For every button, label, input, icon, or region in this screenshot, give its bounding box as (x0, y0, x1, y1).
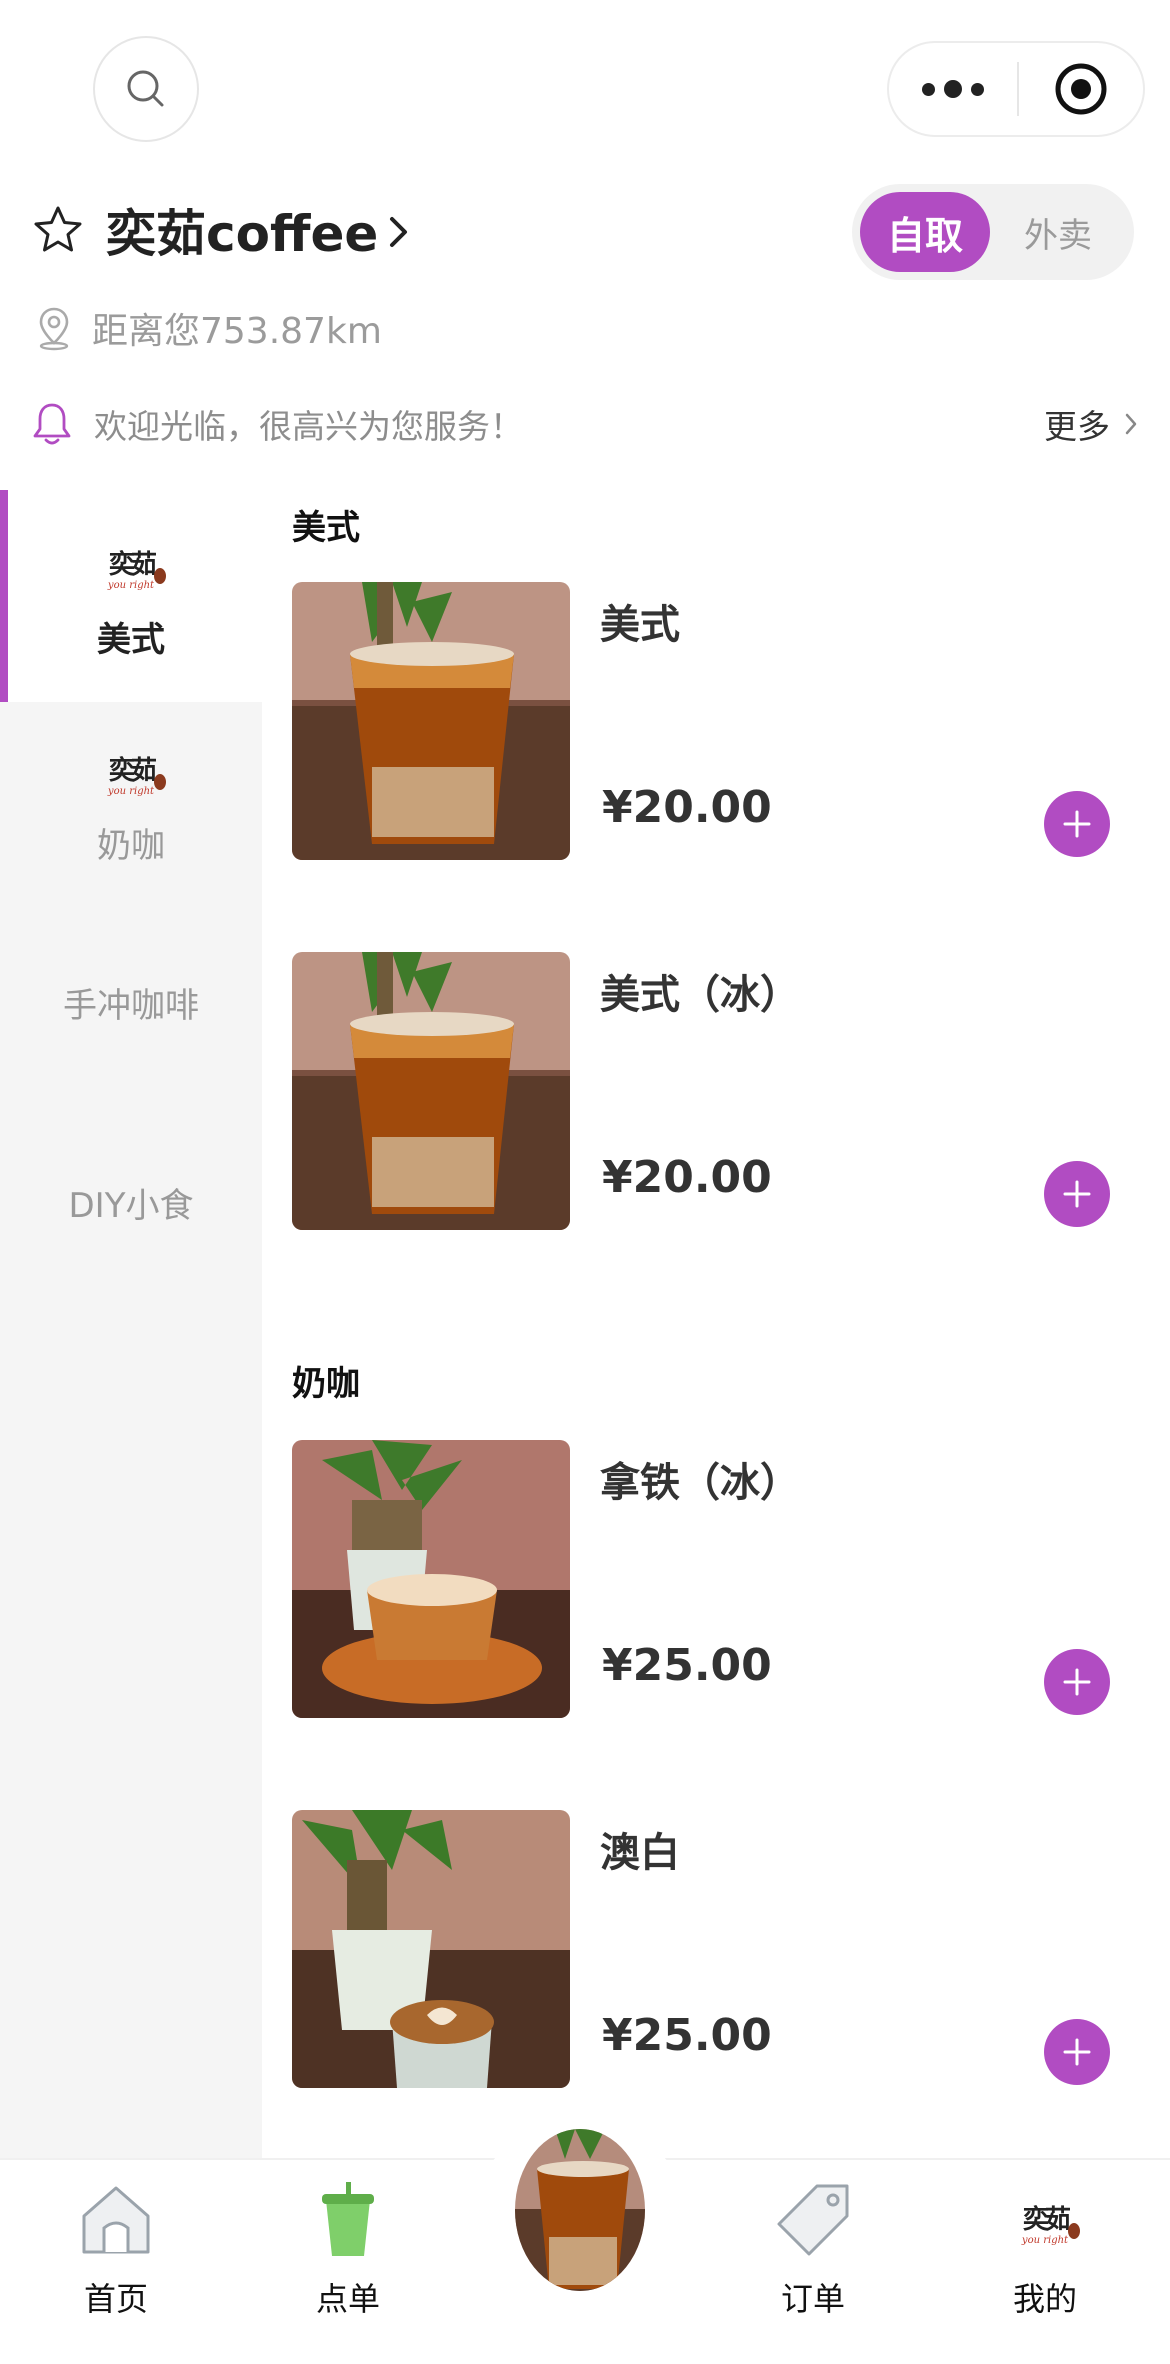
home-icon (76, 2180, 156, 2260)
product-name: 美式 (600, 602, 680, 648)
product-image (292, 1810, 570, 2088)
product-price: ¥25.00 (602, 2010, 772, 2061)
tag-icon (773, 2180, 853, 2260)
plus-icon (1063, 810, 1091, 838)
tab-home[interactable]: 首页 (26, 2160, 206, 2364)
brand-logo-icon: 奕茹 you right (94, 738, 168, 804)
plus-icon (1063, 1180, 1091, 1208)
product-card[interactable]: 拿铁（冰） ¥25.00 (292, 1440, 1148, 1718)
tab-label: 订单 (780, 2280, 845, 2318)
logo-tagline: you right (107, 785, 155, 797)
tab-profile[interactable]: 奕茹 you right 我的 (955, 2160, 1135, 2364)
category-item-diy-snacks[interactable]: DIY小食 (0, 1102, 262, 1302)
category-sidebar: 奕茹 you right 美式 奕茹 you right 奶咖 手冲咖啡 DIY… (0, 490, 262, 2158)
brand-logo-icon: 奕茹 you right (94, 532, 168, 598)
product-price: ¥25.00 (602, 1640, 772, 1691)
product-card[interactable]: 美式（冰） ¥20.00 (292, 952, 1148, 1230)
close-mini-program-button[interactable] (1019, 43, 1143, 135)
product-name: 澳白 (600, 1830, 680, 1876)
notice-more-label: 更多 (1044, 407, 1110, 446)
add-to-cart-button[interactable] (1044, 2019, 1110, 2085)
tab-label: 点单 (315, 2280, 380, 2318)
mini-program-capsule (887, 41, 1145, 137)
add-to-cart-button[interactable] (1044, 1161, 1110, 1227)
logo-tagline: you right (107, 579, 155, 591)
location-pin-icon (39, 307, 69, 351)
more-menu-button[interactable] (889, 43, 1017, 135)
store-menu-page: 奕茹coffee 自取 外卖 距离您753.87km 欢迎光临，很高兴为您服务！… (0, 0, 1170, 2364)
brand-logo-icon: 奕茹 you right (1005, 2180, 1085, 2260)
tab-order[interactable]: 点单 (258, 2160, 438, 2364)
product-card[interactable]: 美式 ¥20.00 (292, 582, 1148, 860)
category-label: 奶咖 (97, 825, 165, 866)
logo-char: 奕茹 (108, 755, 157, 786)
category-item-americano[interactable]: 奕茹 you right 美式 (0, 490, 262, 702)
featured-coffee-image[interactable] (512, 2126, 648, 2294)
plus-icon (1063, 2038, 1091, 2066)
product-name: 美式（冰） (600, 972, 800, 1018)
product-name: 拿铁（冰） (600, 1460, 800, 1506)
product-card[interactable]: 澳白 ¥25.00 (292, 1810, 1148, 2088)
store-header[interactable]: 奕茹coffee (32, 200, 410, 263)
product-price: ¥20.00 (602, 782, 772, 833)
bell-icon (33, 403, 71, 445)
tab-orders[interactable]: 订单 (723, 2160, 903, 2364)
logo-tagline: you right (1021, 2235, 1069, 2246)
add-to-cart-button[interactable] (1044, 791, 1110, 857)
category-item-pour-over[interactable]: 手冲咖啡 (0, 902, 262, 1102)
chevron-right-icon (1125, 413, 1137, 435)
notice-text: 欢迎光临，很高兴为您服务！ (94, 407, 523, 446)
target-icon (1055, 63, 1107, 115)
product-image (292, 1440, 570, 1718)
plus-icon (1063, 1668, 1091, 1696)
add-to-cart-button[interactable] (1044, 1649, 1110, 1715)
star-icon[interactable] (32, 204, 84, 256)
drink-cup-icon (308, 2180, 388, 2260)
chevron-right-icon (390, 217, 408, 247)
tab-label: 我的 (1012, 2280, 1077, 2318)
store-name[interactable]: 奕茹coffee (106, 194, 378, 266)
pickup-option[interactable]: 自取 (860, 192, 990, 272)
category-label: 手冲咖啡 (63, 985, 199, 1026)
category-label: DIY小食 (68, 1185, 194, 1226)
tab-label: 首页 (83, 2280, 148, 2318)
delivery-option[interactable]: 外卖 (990, 192, 1126, 272)
notice-bar: 欢迎光临，很高兴为您服务！ 更多 (32, 396, 1138, 452)
distance-text: 距离您753.87km (92, 311, 382, 352)
logo-char: 奕茹 (108, 549, 157, 580)
order-mode-toggle: 自取 外卖 (852, 184, 1134, 280)
section-title: 美式 (292, 508, 360, 548)
search-icon (127, 70, 164, 107)
search-button[interactable] (93, 36, 199, 142)
product-image (292, 952, 570, 1230)
section-title: 奶咖 (292, 1364, 360, 1404)
category-label: 美式 (97, 619, 165, 660)
category-item-milk-coffee[interactable]: 奕茹 you right 奶咖 (0, 702, 262, 902)
distance-info: 距离您753.87km (36, 300, 382, 356)
product-price: ¥20.00 (602, 1152, 772, 1203)
product-image (292, 582, 570, 860)
active-indicator (0, 490, 8, 702)
notice-more-link[interactable]: 更多 (1044, 400, 1138, 448)
